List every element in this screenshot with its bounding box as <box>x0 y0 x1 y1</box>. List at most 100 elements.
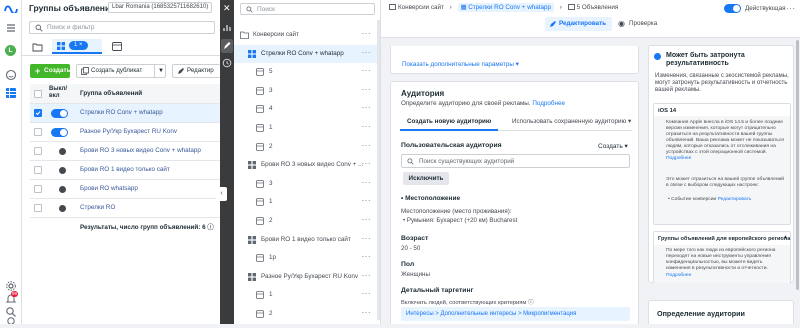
adset-name-link[interactable]: Брови RO 1 видео только сайт <box>80 166 170 173</box>
search-filter-input[interactable]: Поиск и фильтр <box>29 21 215 34</box>
duplicate-button[interactable]: Создать дубликат ▼ <box>76 64 166 78</box>
edit-conversion-link[interactable]: Редактировать <box>718 197 752 202</box>
row-checkbox[interactable] <box>34 166 42 174</box>
show-more-link[interactable]: Показать дополнительные параметры ▾ <box>402 61 519 68</box>
edit-button[interactable]: Редактир <box>172 64 220 78</box>
more-options-icon[interactable]: ··· <box>362 29 372 38</box>
table-row[interactable]: Стрелки RO <box>30 199 220 218</box>
breadcrumb-adset[interactable]: ▦ Стрелки RO Conv + whatapp <box>457 3 555 12</box>
more-options-icon[interactable]: ··· <box>362 308 372 317</box>
menu-icon[interactable] <box>5 22 17 34</box>
create-button[interactable]: + Создать <box>30 64 71 78</box>
more-options-icon[interactable]: ··· <box>362 48 372 57</box>
tab-adsets[interactable]: 1 × <box>52 39 102 54</box>
more-options-icon[interactable]: ··· <box>362 252 372 261</box>
edit-tool-icon[interactable] <box>221 39 233 53</box>
status-toggle[interactable] <box>724 4 741 13</box>
more-options-icon[interactable]: ··· <box>362 159 372 168</box>
adset-name-link[interactable]: Брови RO 3 новых видео Conv + whatapp <box>80 147 201 154</box>
eu-learn-more-link[interactable]: Подробнее <box>666 273 691 278</box>
avatar[interactable]: L <box>5 45 16 56</box>
smile-icon[interactable] <box>5 69 17 81</box>
more-options-icon[interactable]: ··· <box>362 178 372 187</box>
select-all-checkbox[interactable] <box>34 90 42 98</box>
tab-ads[interactable] <box>110 41 124 53</box>
table-row[interactable]: Брови RO 1 видео только сайт <box>30 161 220 180</box>
tree-node-campaign[interactable]: Конверсии сайт ··· <box>234 26 380 44</box>
ios14-learn-more-link[interactable]: Подробнее <box>666 156 691 161</box>
tree-node-adset[interactable]: Стрелки RO Conv + whatapp ··· <box>234 44 380 63</box>
tree-node-ad[interactable]: 2 ··· <box>234 212 380 230</box>
tree-node-ad[interactable]: 3 ··· <box>234 82 380 100</box>
tree-node-adset[interactable]: Брови RO 3 новых видео Conv + ... ··· <box>234 156 380 174</box>
edit-mode-button[interactable]: Редактировать <box>545 17 612 31</box>
row-status-toggle[interactable] <box>51 109 68 118</box>
more-options-icon[interactable]: ··· <box>362 66 372 75</box>
chart-icon[interactable] <box>222 22 232 34</box>
meta-logo-icon[interactable] <box>4 4 18 16</box>
targeting-interest-chip[interactable]: Интересы > Дополнительные интересы > Мик… <box>401 307 630 321</box>
review-mode-button[interactable]: ◉ Проверка <box>618 17 657 31</box>
history-icon[interactable] <box>222 58 232 68</box>
more-options-icon[interactable]: ··· <box>362 103 372 112</box>
sidebar-scrollbar[interactable] <box>796 40 799 290</box>
tree-node-ad[interactable]: 3 ··· <box>234 175 380 193</box>
more-options-icon[interactable]: ··· <box>786 4 796 13</box>
row-checkbox[interactable] <box>34 128 42 136</box>
adset-name-link[interactable]: Разное Ру/Укр Бухарест RU Konv <box>80 128 177 135</box>
breadcrumb-ads[interactable]: 5 Объявления <box>567 4 618 11</box>
breadcrumb-campaign[interactable]: Конверсии сайт <box>389 4 444 11</box>
learn-more-link[interactable]: Подробнее <box>532 100 565 107</box>
more-options-icon[interactable]: ··· <box>362 215 372 224</box>
row-checkbox[interactable] <box>34 147 42 155</box>
close-icon[interactable]: ✕ <box>223 4 231 13</box>
row-checkbox[interactable] <box>34 204 42 212</box>
tree-node-ad[interactable]: 5 ··· <box>234 63 380 81</box>
row-status-toggle[interactable] <box>51 128 68 137</box>
row-checkbox[interactable] <box>34 109 42 117</box>
chevron-down-icon[interactable]: ▼ <box>154 65 164 77</box>
exclude-button[interactable]: Исключить <box>403 172 449 185</box>
audience-search-input[interactable]: Поиск существующих аудиторий <box>401 154 630 168</box>
tree-search-input[interactable]: Поиск <box>240 3 375 15</box>
tree-node-adset[interactable]: Разное Ру/Укр Бухарест RU Konv ··· <box>234 268 380 286</box>
more-options-icon[interactable]: ··· <box>362 234 372 243</box>
tree-node-ad[interactable]: 1р ··· <box>234 249 380 267</box>
tree-node-ad[interactable]: 2 ··· <box>234 305 380 323</box>
more-options-icon[interactable]: ··· <box>362 85 372 94</box>
tab-campaigns[interactable] <box>30 41 46 53</box>
table-row[interactable]: Разное Ру/Укр Бухарест RU Konv <box>30 123 220 142</box>
selected-count-badge[interactable]: 1 × <box>69 41 88 50</box>
tree-node-ad[interactable]: 4 ··· <box>234 100 380 118</box>
help-icon[interactable] <box>5 316 17 328</box>
tree-node-ad[interactable]: 1 ··· <box>234 286 380 304</box>
tree-node-ad[interactable]: 2 ··· <box>234 138 380 156</box>
table-row[interactable]: Стрелки RO Conv + whatapp <box>30 104 220 123</box>
tree-node-ad[interactable]: 1 ··· <box>234 193 380 211</box>
notifications-icon[interactable]: 99 <box>5 291 19 305</box>
row-status-toggle[interactable] <box>56 166 68 175</box>
table-row[interactable]: Брови RO 3 новых видео Conv + whatapp <box>30 142 220 161</box>
create-audience-dropdown[interactable]: Создать ▾ <box>598 142 628 150</box>
table-row[interactable]: Брови RO whatsapp <box>30 180 220 199</box>
tab-saved-audience[interactable]: Использовать сохраненную аудиторию ▾ <box>512 113 631 131</box>
more-options-icon[interactable]: ··· <box>362 289 372 298</box>
row-checkbox[interactable] <box>34 185 42 193</box>
account-selector[interactable]: Lbar Romania (1685325711682610) <box>108 2 213 13</box>
more-options-icon[interactable]: ··· <box>362 122 372 131</box>
adset-name-link[interactable]: Брови RO whatsapp <box>80 185 138 192</box>
tree-node-ad[interactable]: 1 ··· <box>234 119 380 137</box>
more-options-icon[interactable]: ··· <box>362 141 372 150</box>
row-status-toggle[interactable] <box>56 204 68 213</box>
grid-icon[interactable] <box>5 87 17 99</box>
chevron-up-icon[interactable]: ▴ <box>784 234 787 240</box>
tree-scrollbar[interactable] <box>377 20 380 320</box>
more-options-icon[interactable]: ··· <box>362 271 372 280</box>
collapse-left-icon[interactable]: ‹ <box>216 187 227 201</box>
row-status-toggle[interactable] <box>56 185 68 194</box>
tree-node-adset[interactable]: Брови RO 1 видео только сайт ··· <box>234 231 380 249</box>
tab-new-audience[interactable]: Создать новую аудиторию <box>400 113 499 131</box>
adset-name-link[interactable]: Стрелки RO <box>80 204 115 211</box>
adset-name-link[interactable]: Стрелки RO Conv + whatapp <box>80 109 163 116</box>
more-options-icon[interactable]: ··· <box>362 196 372 205</box>
